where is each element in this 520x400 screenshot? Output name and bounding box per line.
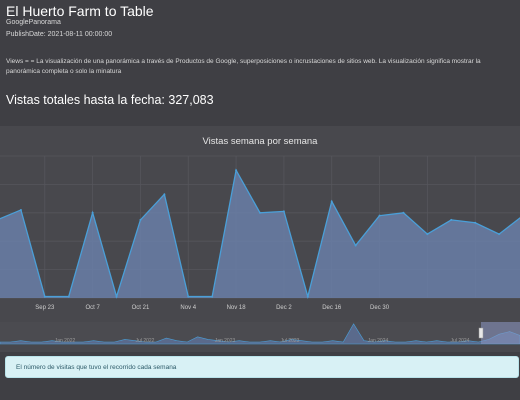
series-area — [0, 170, 520, 298]
x-tick-label: Sep 23 — [35, 305, 55, 311]
data-point — [378, 214, 381, 217]
navigator-selection[interactable] — [481, 322, 520, 344]
navigator-label: Jan 2022 — [55, 338, 76, 344]
info-note: El número de visitas que tuvo el recorri… — [5, 356, 519, 378]
data-point — [354, 244, 357, 247]
navigator-label: Jan 2024 — [368, 338, 389, 344]
data-point — [450, 218, 453, 221]
navigator-label: Jul 2022 — [136, 338, 155, 344]
chart-title: Vistas semana por semana — [203, 136, 319, 147]
data-point — [402, 211, 405, 214]
data-point — [498, 233, 501, 236]
navigator-background — [0, 322, 520, 344]
chart-svg: Vistas semana por semana Sep 23 Oct 7 Oct 2… — [0, 136, 520, 345]
navigator-handle[interactable] — [478, 327, 484, 339]
data-point — [187, 295, 190, 298]
x-tick-label: Oct 7 — [85, 305, 100, 311]
total-views: Vistas totales hasta la fecha: 327,083 — [6, 93, 214, 107]
x-tick-label: Dec 2 — [276, 305, 292, 311]
x-tick-label: Oct 21 — [132, 305, 150, 311]
data-point — [474, 221, 477, 224]
data-point — [306, 295, 309, 298]
views-description: Views = = La visualización de una panorá… — [6, 58, 481, 75]
data-point — [67, 295, 70, 298]
publish-date: PublishDate: 2021-08-11 00:00:00 — [6, 31, 113, 38]
data-point — [211, 295, 214, 298]
data-point — [19, 208, 22, 211]
x-tick-label: Dec 30 — [370, 305, 390, 311]
data-point — [235, 169, 238, 172]
weekly-views-chart: Vistas semana por semana Sep 23 Oct 7 Oct 2… — [0, 126, 520, 352]
data-point — [43, 295, 46, 298]
data-point — [163, 193, 166, 196]
data-point — [115, 295, 118, 298]
navigator-label: Jan 2023 — [215, 338, 236, 344]
page-title: El Huerto Farm to Table — [6, 3, 154, 19]
data-point — [330, 200, 333, 203]
x-tick-label: Nov 4 — [180, 305, 196, 311]
data-point — [426, 233, 429, 236]
data-point — [282, 210, 285, 213]
data-point — [91, 211, 94, 214]
x-tick-label: Dec 16 — [322, 305, 342, 311]
data-point — [139, 218, 142, 221]
x-tick-label: Nov 18 — [227, 305, 247, 311]
data-point — [259, 211, 261, 214]
navigator-label: Jul 2023 — [281, 338, 300, 344]
navigator-label: Jul 2024 — [451, 338, 470, 344]
source-label: GooglePanorama — [6, 19, 61, 26]
page-header: El Huerto Farm to Table GooglePanorama P… — [0, 0, 520, 122]
